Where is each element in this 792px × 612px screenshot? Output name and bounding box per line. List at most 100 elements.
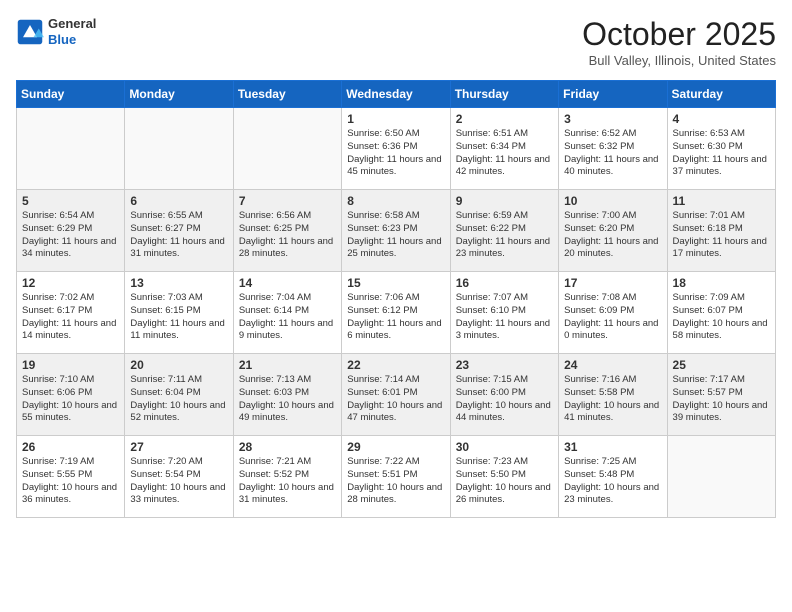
weekday-header: Monday [125,81,233,108]
weekday-header: Thursday [450,81,558,108]
calendar-day-cell: 3 Sunrise: 6:52 AMSunset: 6:32 PMDaylight… [559,108,667,190]
calendar-day-cell: 31 Sunrise: 7:25 AMSunset: 5:48 PMDayligh… [559,436,667,518]
weekday-header-row: SundayMondayTuesdayWednesdayThursdayFrid… [17,81,776,108]
calendar-day-cell: 26 Sunrise: 7:19 AMSunset: 5:55 PMDayligh… [17,436,125,518]
calendar: SundayMondayTuesdayWednesdayThursdayFrid… [16,80,776,518]
weekday-header: Sunday [17,81,125,108]
calendar-day-cell: 2Sunrise: 6:51 AMSunset: 6:34 PMDaylight… [450,108,558,190]
calendar-day-cell: 13Sunrise: 7:03 AMSunset: 6:15 PMDayligh… [125,272,233,354]
day-number: 31 [564,440,661,454]
calendar-day-cell: 18 Sunrise: 7:09 AMSunset: 6:07 PMDayligh… [667,272,775,354]
day-number: 12 [22,276,119,290]
calendar-day-cell: 11 Sunrise: 7:01 AMSunset: 6:18 PMDayligh… [667,190,775,272]
calendar-day-cell: 22Sunrise: 7:14 AMSunset: 6:01 PMDayligh… [342,354,450,436]
weekday-header: Tuesday [233,81,341,108]
calendar-day-cell: 16 Sunrise: 7:07 AMSunset: 6:10 PMDayligh… [450,272,558,354]
calendar-week-row: 26 Sunrise: 7:19 AMSunset: 5:55 PMDayligh… [17,436,776,518]
calendar-day-cell: 29 Sunrise: 7:22 AMSunset: 5:51 PMDayligh… [342,436,450,518]
day-number: 11 [673,194,770,208]
calendar-week-row: 1Sunrise: 6:50 AMSunset: 6:36 PMDaylight… [17,108,776,190]
day-info: Sunrise: 7:19 AMSunset: 5:55 PMDaylight:… [22,456,119,507]
calendar-day-cell [233,108,341,190]
weekday-header: Friday [559,81,667,108]
title-block: October 2025 Bull Valley, Illinois, Unit… [582,16,776,68]
day-info: Sunrise: 7:02 AMSunset: 6:17 PMDaylight:… [22,292,119,343]
day-info: Sunrise: 7:08 AMSunset: 6:09 PMDaylight:… [564,292,661,343]
day-info: Sunrise: 7:11 AMSunset: 6:04 PMDaylight:… [130,374,227,425]
day-info: Sunrise: 7:06 AMSunset: 6:12 PMDaylight:… [347,292,444,343]
day-number: 27 [130,440,227,454]
day-info: Sunrise: 7:16 AMSunset: 5:58 PMDaylight:… [564,374,661,425]
day-number: 17 [564,276,661,290]
day-number: 21 [239,358,336,372]
day-number: 24 [564,358,661,372]
day-info: Sunrise: 6:53 AMSunset: 6:30 PMDaylight:… [673,128,770,179]
calendar-day-cell: 6Sunrise: 6:55 AMSunset: 6:27 PMDaylight… [125,190,233,272]
calendar-day-cell: 8Sunrise: 6:58 AMSunset: 6:23 PMDaylight… [342,190,450,272]
day-info: Sunrise: 7:01 AMSunset: 6:18 PMDaylight:… [673,210,770,261]
calendar-day-cell [125,108,233,190]
day-info: Sunrise: 7:03 AMSunset: 6:15 PMDaylight:… [130,292,227,343]
day-number: 10 [564,194,661,208]
day-info: Sunrise: 7:13 AMSunset: 6:03 PMDaylight:… [239,374,336,425]
calendar-day-cell: 30 Sunrise: 7:23 AMSunset: 5:50 PMDayligh… [450,436,558,518]
calendar-day-cell: 4Sunrise: 6:53 AMSunset: 6:30 PMDaylight… [667,108,775,190]
day-number: 20 [130,358,227,372]
day-number: 15 [347,276,444,290]
day-number: 26 [22,440,119,454]
day-info: Sunrise: 7:07 AMSunset: 6:10 PMDaylight:… [456,292,553,343]
calendar-day-cell [667,436,775,518]
day-number: 28 [239,440,336,454]
calendar-day-cell: 12 Sunrise: 7:02 AMSunset: 6:17 PMDayligh… [17,272,125,354]
calendar-day-cell: 23 Sunrise: 7:15 AMSunset: 6:00 PMDayligh… [450,354,558,436]
calendar-day-cell: 7Sunrise: 6:56 AMSunset: 6:25 PMDaylight… [233,190,341,272]
calendar-day-cell: 9 Sunrise: 6:59 AMSunset: 6:22 PMDaylight… [450,190,558,272]
day-info: Sunrise: 7:15 AMSunset: 6:00 PMDaylight:… [456,374,553,425]
calendar-day-cell: 17 Sunrise: 7:08 AMSunset: 6:09 PMDayligh… [559,272,667,354]
day-number: 9 [456,194,553,208]
logo: General Blue [16,16,96,47]
logo-icon [16,18,44,46]
month-title: October 2025 [582,16,776,53]
calendar-day-cell: 25 Sunrise: 7:17 AMSunset: 5:57 PMDayligh… [667,354,775,436]
weekday-header: Saturday [667,81,775,108]
location: Bull Valley, Illinois, United States [582,53,776,68]
page-header: General Blue October 2025 Bull Valley, I… [16,16,776,68]
day-info: Sunrise: 7:20 AMSunset: 5:54 PMDaylight:… [130,456,227,507]
calendar-day-cell: 14Sunrise: 7:04 AMSunset: 6:14 PMDayligh… [233,272,341,354]
day-number: 8 [347,194,444,208]
logo-text: General Blue [48,16,96,47]
calendar-day-cell [17,108,125,190]
calendar-week-row: 5Sunrise: 6:54 AMSunset: 6:29 PMDaylight… [17,190,776,272]
day-info: Sunrise: 7:25 AMSunset: 5:48 PMDaylight:… [564,456,661,507]
day-number: 19 [22,358,119,372]
calendar-day-cell: 24 Sunrise: 7:16 AMSunset: 5:58 PMDayligh… [559,354,667,436]
day-info: Sunrise: 7:09 AMSunset: 6:07 PMDaylight:… [673,292,770,343]
day-number: 3 [564,112,661,126]
day-info: Sunrise: 6:59 AMSunset: 6:22 PMDaylight:… [456,210,553,261]
day-number: 23 [456,358,553,372]
day-number: 22 [347,358,444,372]
calendar-day-cell: 10Sunrise: 7:00 AMSunset: 6:20 PMDayligh… [559,190,667,272]
day-info: Sunrise: 6:52 AMSunset: 6:32 PMDaylight:… [564,128,661,179]
day-info: Sunrise: 7:23 AMSunset: 5:50 PMDaylight:… [456,456,553,507]
day-info: Sunrise: 7:04 AMSunset: 6:14 PMDaylight:… [239,292,336,343]
day-info: Sunrise: 6:51 AMSunset: 6:34 PMDaylight:… [456,128,553,179]
calendar-week-row: 12 Sunrise: 7:02 AMSunset: 6:17 PMDayligh… [17,272,776,354]
day-number: 18 [673,276,770,290]
calendar-day-cell: 21 Sunrise: 7:13 AMSunset: 6:03 PMDayligh… [233,354,341,436]
day-number: 29 [347,440,444,454]
calendar-day-cell: 28 Sunrise: 7:21 AMSunset: 5:52 PMDayligh… [233,436,341,518]
day-number: 25 [673,358,770,372]
day-number: 30 [456,440,553,454]
calendar-day-cell: 5Sunrise: 6:54 AMSunset: 6:29 PMDaylight… [17,190,125,272]
day-info: Sunrise: 6:56 AMSunset: 6:25 PMDaylight:… [239,210,336,261]
day-info: Sunrise: 7:17 AMSunset: 5:57 PMDaylight:… [673,374,770,425]
day-number: 5 [22,194,119,208]
day-number: 6 [130,194,227,208]
day-info: Sunrise: 7:22 AMSunset: 5:51 PMDaylight:… [347,456,444,507]
logo-line2: Blue [48,32,96,48]
day-number: 16 [456,276,553,290]
weekday-header: Wednesday [342,81,450,108]
day-info: Sunrise: 7:21 AMSunset: 5:52 PMDaylight:… [239,456,336,507]
